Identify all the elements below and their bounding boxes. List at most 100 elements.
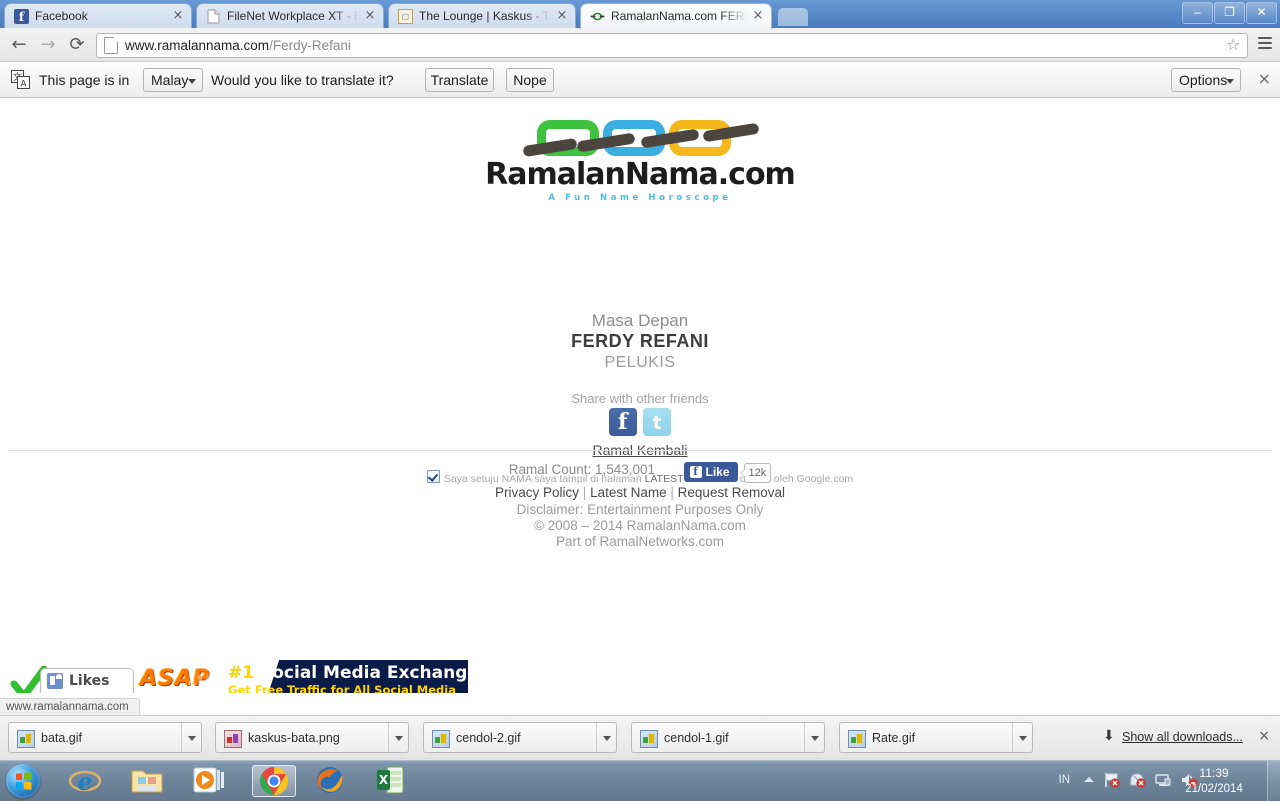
taskbar-clock[interactable]: 11:39 21/02/2014 <box>1166 765 1262 797</box>
file-explorer-icon[interactable] <box>130 765 174 797</box>
ramal-count-row: Ramal Count: 1,543,001 f Like 12k <box>0 462 1280 484</box>
new-tab-button[interactable] <box>778 8 808 26</box>
tab-close-icon[interactable]: × <box>171 9 185 23</box>
tab-kaskus[interactable]: ☐ The Lounge | Kaskus - The × <box>388 3 576 28</box>
footer-part-of: Part of RamalNetworks.com <box>555 534 725 549</box>
window-close-button[interactable]: ✕ <box>1246 2 1277 24</box>
chevron-down-icon <box>188 79 196 84</box>
download-dropdown-icon[interactable] <box>804 723 824 752</box>
translate-nope-button[interactable]: Nope <box>506 68 554 92</box>
chain-logo-graphic <box>522 116 760 160</box>
clock-date: 21/02/2014 <box>1185 783 1243 795</box>
download-filename: kaskus-bata.png <box>248 731 340 745</box>
reload-button[interactable]: ⟳ <box>66 34 88 56</box>
tab-close-icon[interactable]: × <box>751 9 765 23</box>
download-item-bata[interactable]: bata.gif <box>8 722 202 753</box>
language-indicator[interactable]: IN <box>1059 774 1071 786</box>
tab-close-icon[interactable]: × <box>555 9 569 23</box>
chrome-menu-icon[interactable] <box>1258 37 1272 49</box>
facebook-like-button[interactable]: f Like <box>683 462 738 482</box>
excel-icon[interactable]: X <box>376 765 420 797</box>
window-maximize-button[interactable]: ❐ <box>1214 2 1245 24</box>
facebook-like-count: 12k <box>739 463 772 483</box>
google-chrome-icon[interactable] <box>252 765 296 797</box>
back-button[interactable]: ← <box>8 34 30 56</box>
page-content: RamalanNama.com A Fun Name Horoscope Mas… <box>0 98 1280 693</box>
heading-small: Masa Depan <box>591 311 689 330</box>
footer-links: Privacy Policy | Latest Name | Request R… <box>0 485 1280 500</box>
internet-explorer-icon[interactable]: e <box>68 765 112 797</box>
logo-word-2: .com <box>717 157 796 192</box>
firefox-icon[interactable] <box>314 765 358 797</box>
download-item-cendol-1[interactable]: cendol-1.gif <box>631 722 825 753</box>
translate-options-button[interactable]: Options <box>1171 68 1241 92</box>
kaskus-favicon: ☐ <box>398 9 413 24</box>
twitter-glyph: t <box>652 412 662 434</box>
download-dropdown-icon[interactable] <box>388 723 408 752</box>
tab-title: FileNet Workplace XT - Br <box>227 9 359 23</box>
svg-text:X: X <box>379 773 389 787</box>
download-filename: Rate.gif <box>872 731 916 745</box>
clock-time: 11:39 <box>1199 766 1229 780</box>
download-item-cendol-2[interactable]: cendol-2.gif <box>423 722 617 753</box>
tab-ramalannama[interactable]: RamalanNama.com FERD × <box>580 3 772 29</box>
translate-close-icon[interactable]: × <box>1258 71 1271 87</box>
page-info-icon[interactable] <box>104 37 118 54</box>
tab-title: RamalanNama.com FERD <box>611 9 747 23</box>
url-path: /Ferdy-Refani <box>269 38 351 53</box>
tab-close-icon[interactable]: × <box>363 9 377 23</box>
tab-title: The Lounge | Kaskus - The <box>419 9 551 23</box>
gif-file-icon <box>848 730 866 748</box>
facebook-favicon: f <box>14 9 29 24</box>
bookmark-star-icon[interactable]: ☆ <box>1226 37 1240 53</box>
translate-options-label: Options <box>1179 72 1228 88</box>
tab-facebook[interactable]: f Facebook × <box>4 3 192 28</box>
status-bubble: www.ramalannama.com <box>0 698 140 716</box>
logo-wordmark: RamalanNama.com <box>0 158 1280 192</box>
tab-title: Facebook <box>35 9 88 23</box>
download-shelf: bata.gif kaskus-bata.png cendol-2.gif ce… <box>0 715 1280 760</box>
page-favicon <box>206 9 221 24</box>
twitter-share-icon[interactable]: t <box>643 408 672 436</box>
show-desktop-button[interactable] <box>1267 761 1280 801</box>
facebook-like-widget[interactable]: f Like 12k <box>683 462 772 483</box>
ad-banner[interactable]: Likes ASAP #1 Social Traffic Exchanger W… <box>0 660 468 693</box>
thumbs-up-icon <box>47 673 63 689</box>
download-item-rate[interactable]: Rate.gif <box>839 722 1033 753</box>
facebook-f-icon: f <box>689 466 702 478</box>
window-minimize-button[interactable]: – <box>1182 2 1213 24</box>
download-dropdown-icon[interactable] <box>596 723 616 752</box>
download-dropdown-icon[interactable] <box>1012 723 1032 752</box>
show-all-downloads-link[interactable]: Show all downloads... <box>1122 730 1243 744</box>
ad-headline-text: Social Media Exchanger <box>260 663 468 683</box>
download-dropdown-icon[interactable] <box>181 723 201 752</box>
link-request-removal[interactable]: Request Removal <box>678 485 785 500</box>
translate-prefix-label: This page is in <box>39 72 130 88</box>
media-player-icon[interactable] <box>192 765 236 797</box>
translate-language-select[interactable]: Malay <box>143 68 203 92</box>
link-privacy-policy[interactable]: Privacy Policy <box>495 485 579 500</box>
start-button[interactable] <box>6 764 40 798</box>
address-bar[interactable]: www.ramalannama.com/Ferdy-Refani <box>96 33 1248 58</box>
flag-alert-icon[interactable] <box>1102 771 1120 789</box>
tray-expand-icon[interactable] <box>1084 777 1094 782</box>
forward-button[interactable]: → <box>37 34 59 56</box>
ramalannama-favicon <box>590 9 605 24</box>
translate-language-value: Malay <box>151 72 189 88</box>
gif-file-icon <box>17 730 35 748</box>
link-latest-name[interactable]: Latest Name <box>590 485 667 500</box>
facebook-share-icon[interactable]: f <box>608 408 637 436</box>
browser-window: f Facebook × FileNet Workplace XT - Br ×… <box>0 0 1280 801</box>
ad-likes-pill: Likes <box>40 668 134 693</box>
tab-filenet[interactable]: FileNet Workplace XT - Br × <box>196 3 384 28</box>
ad-headline: #1 Social Media Exchanger <box>228 663 468 683</box>
download-shelf-close-icon[interactable]: × <box>1258 729 1270 743</box>
download-filename: bata.gif <box>41 731 83 745</box>
browser-toolbar: ← → ⟳ www.ramalannama.com/Ferdy-Refani ☆ <box>0 28 1280 62</box>
translate-button[interactable]: Translate <box>425 68 494 92</box>
site-logo[interactable]: RamalanNama.com A Fun Name Horoscope <box>0 116 1280 210</box>
gif-file-icon <box>432 730 450 748</box>
person-name: FERDY REFANI <box>571 331 709 351</box>
action-center-icon[interactable] <box>1128 771 1146 789</box>
download-item-kaskus-bata[interactable]: kaskus-bata.png <box>215 722 409 753</box>
